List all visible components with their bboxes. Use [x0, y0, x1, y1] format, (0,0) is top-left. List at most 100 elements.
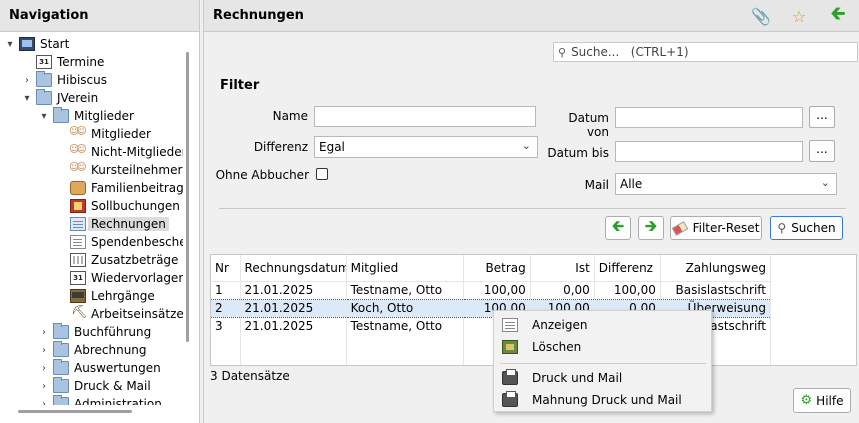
- next-button[interactable]: 🡲: [638, 216, 664, 240]
- folder-icon: [53, 323, 69, 339]
- table-row[interactable]: 1 21.01.2025 Testname, Otto 100,00 0,00 …: [211, 281, 772, 299]
- folder-icon: [53, 395, 69, 405]
- cell-nr: 2: [211, 298, 241, 318]
- tree-item-wiedervorlagen[interactable]: 31 Wiedervorlagen: [55, 269, 183, 287]
- navigation-title: Navigation: [0, 0, 199, 32]
- tree-item-druck-mail[interactable]: › Druck & Mail: [38, 377, 151, 395]
- filter-reset-button[interactable]: Filter-Reset: [670, 216, 762, 240]
- tree-item-label: Druck & Mail: [74, 379, 151, 393]
- tree-item-rechnungen[interactable]: Rechnungen: [55, 215, 169, 233]
- menu-item-label: Anzeigen: [532, 318, 588, 332]
- column-header[interactable]: Differenz: [594, 255, 661, 282]
- help-button[interactable]: ⚙ Hilfe: [793, 388, 851, 413]
- differenz-value: Egal: [319, 140, 345, 154]
- tree-item-hibiscus[interactable]: › Hibiscus: [21, 71, 107, 89]
- column-header[interactable]: Ist: [530, 255, 595, 282]
- datum-bis-input[interactable]: [615, 141, 803, 162]
- tree-item-abrechnung[interactable]: › Abrechnung: [38, 341, 147, 359]
- column-header[interactable]: Nr: [211, 255, 241, 282]
- menu-item-mahnung-druck-und-mail[interactable]: Mahnung Druck und Mail: [494, 389, 711, 411]
- invoice-icon: [70, 217, 86, 231]
- cell-nr: 3: [211, 317, 241, 335]
- calendar-icon: 31: [70, 271, 86, 285]
- star-icon[interactable]: ☆: [786, 4, 812, 28]
- differenz-label: Differenz: [253, 140, 308, 154]
- chevron-down-icon[interactable]: ▾: [21, 93, 33, 104]
- column-header[interactable]: Rechnungsdatum: [240, 255, 347, 282]
- tree-item-label: Wiedervorlagen: [91, 271, 183, 285]
- tree-item-label: Kursteilnehmer: [91, 163, 183, 177]
- back-arrow-icon[interactable]: 🡰: [825, 3, 851, 28]
- eraser-icon: [671, 220, 688, 236]
- tree-item-label: Zusatzbeträge: [91, 253, 179, 267]
- menu-item-label: Mahnung Druck und Mail: [532, 393, 682, 407]
- tree-item-label: Rechnungen: [88, 217, 169, 231]
- tree-item-termine[interactable]: 31 Termine: [21, 53, 104, 71]
- menu-item-loeschen[interactable]: Löschen: [494, 336, 711, 358]
- tree-item-auswertungen[interactable]: › Auswertungen: [38, 359, 161, 377]
- folder-icon: [53, 377, 69, 393]
- horizontal-scrollbar[interactable]: [18, 410, 132, 413]
- tree-item-administration[interactable]: › Administration: [38, 395, 162, 405]
- search-field[interactable]: ⚲: [553, 42, 858, 62]
- mail-select[interactable]: Alle ⌄: [615, 173, 837, 195]
- cell-zahlungsweg: Basislastschrift: [660, 281, 772, 299]
- attachment-icon[interactable]: 📎: [748, 4, 774, 28]
- tree-item-jverein[interactable]: ▾ JVerein: [21, 89, 98, 107]
- chevron-right-icon[interactable]: ›: [38, 363, 50, 374]
- column-header[interactable]: Zahlungsweg: [660, 255, 772, 282]
- tree-item-lehrgaenge[interactable]: Lehrgänge: [55, 287, 155, 305]
- menu-item-anzeigen[interactable]: Anzeigen: [494, 314, 711, 336]
- tree-item-start[interactable]: ▾ Start: [4, 35, 69, 53]
- tree-item-buchfuehrung[interactable]: › Buchführung: [38, 323, 151, 341]
- chevron-right-icon[interactable]: ›: [38, 399, 50, 406]
- chevron-down-icon: ⌄: [521, 139, 531, 152]
- previous-button[interactable]: 🡰: [605, 216, 631, 240]
- tree-item-sollbuchungen[interactable]: Sollbuchungen: [55, 197, 180, 215]
- tree-item-kursteilnehmer[interactable]: Kursteilnehmer: [55, 161, 182, 179]
- folder-icon: [36, 89, 52, 105]
- name-input[interactable]: [314, 106, 536, 127]
- tree-item-zusatzbetraege[interactable]: Zusatzbeträge: [55, 251, 178, 269]
- search-input[interactable]: [569, 44, 857, 60]
- tree-item-familienbeitrag[interactable]: Familienbeitrag: [55, 179, 183, 197]
- tree-item-arbeitseinsaetze[interactable]: Arbeitseinsätze: [55, 305, 183, 323]
- help-label: Hilfe: [816, 393, 844, 408]
- chevron-right-icon[interactable]: ›: [38, 345, 50, 356]
- column-header[interactable]: Mitglied: [346, 255, 464, 282]
- vertical-scrollbar[interactable]: [186, 52, 189, 342]
- datum-von-picker-button[interactable]: ...: [809, 106, 835, 128]
- folder-icon: [53, 341, 69, 357]
- context-menu: Anzeigen Löschen Druck und Mail Mahnung …: [493, 310, 712, 412]
- chevron-down-icon[interactable]: ▾: [38, 111, 50, 122]
- datum-von-label: Datum von: [568, 111, 609, 139]
- chevron-right-icon[interactable]: ›: [21, 75, 33, 86]
- datum-von-input[interactable]: [615, 107, 803, 128]
- tree-item-mitglieder-folder[interactable]: ▾ Mitglieder: [38, 107, 134, 125]
- tree-item-label: Lehrgänge: [91, 289, 155, 303]
- tree-item-nicht-mitglieder[interactable]: Nicht-Mitglieder: [55, 143, 183, 161]
- folder-icon: [53, 359, 69, 375]
- chevron-right-icon[interactable]: ›: [38, 381, 50, 392]
- datum-bis-picker-button[interactable]: ...: [809, 140, 835, 162]
- tree-item-label: Spendenbescheinigungen: [91, 235, 183, 249]
- chevron-down-icon[interactable]: ▾: [4, 39, 16, 50]
- cell-betrag: 100,00: [463, 281, 531, 299]
- search-icon: ⚲: [558, 45, 567, 59]
- tree-item-spendenbescheinigungen[interactable]: Spendenbescheinigungen: [55, 233, 183, 251]
- tree-item-mitglieder[interactable]: Mitglieder: [55, 125, 151, 143]
- tree-item-label: Abrechnung: [74, 343, 147, 357]
- mail-label: Mail: [584, 178, 609, 192]
- calculator-icon: [70, 253, 86, 267]
- menu-item-druck-und-mail[interactable]: Druck und Mail: [494, 367, 711, 389]
- divider: [219, 208, 846, 209]
- ohne-abbucher-label: Ohne Abbucher: [215, 168, 309, 182]
- ohne-abbucher-checkbox[interactable]: [316, 168, 328, 180]
- search-button[interactable]: ⚲ Suchen: [770, 216, 843, 240]
- cell-mitglied: Testname, Otto: [346, 317, 464, 335]
- navigation-panel: Navigation ▾ Start 31 Termine › Hibiscus…: [0, 0, 200, 423]
- menu-item-label: Löschen: [532, 340, 582, 354]
- chevron-right-icon[interactable]: ›: [38, 327, 50, 338]
- differenz-select[interactable]: Egal ⌄: [314, 136, 538, 158]
- column-header[interactable]: Betrag: [463, 255, 531, 282]
